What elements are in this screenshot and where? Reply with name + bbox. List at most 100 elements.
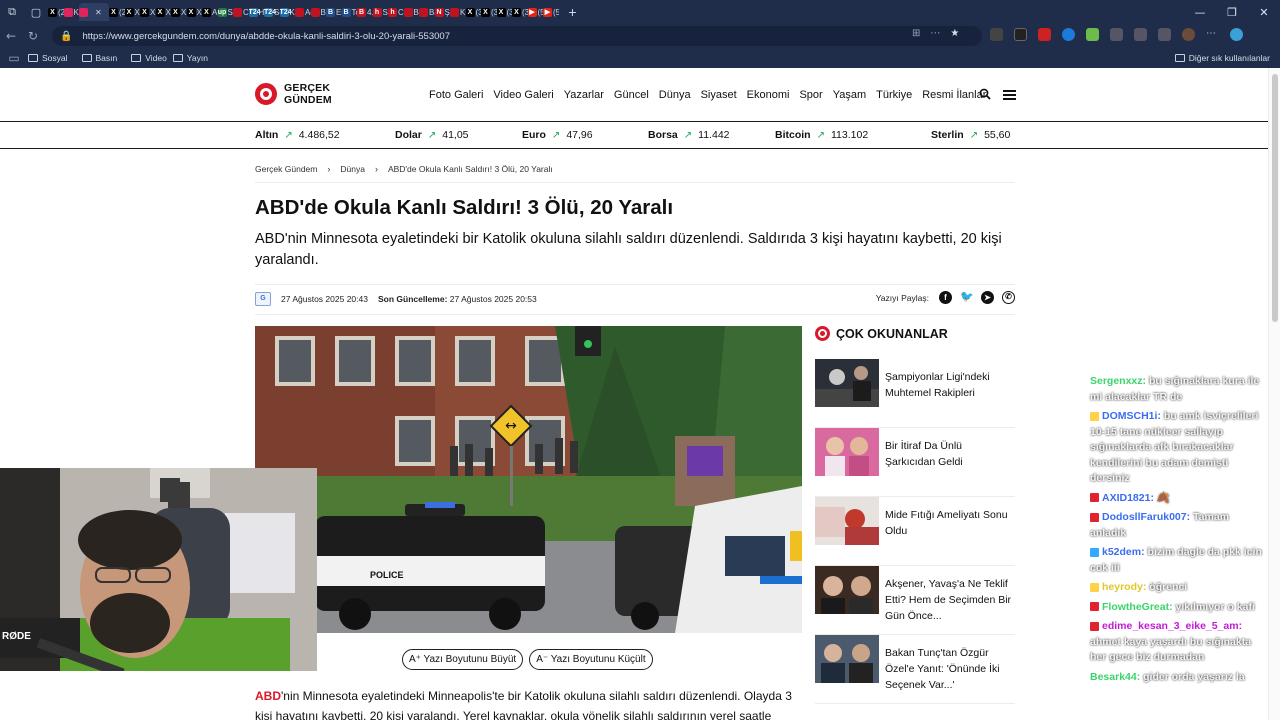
menu-item[interactable]: Video Galeri bbox=[493, 89, 553, 101]
browser-tab[interactable]: X(3) bbox=[481, 3, 497, 21]
browser-tab[interactable]: ▶(5) bbox=[543, 3, 559, 21]
browser-tab[interactable]: T24Se bbox=[264, 3, 280, 21]
most-read-item-title[interactable]: Şampiyonlar Ligi'ndeki Muhtemel Rakipler… bbox=[885, 369, 1015, 401]
extension-icon[interactable] bbox=[1110, 28, 1123, 41]
more-url-icon[interactable]: ⋯ bbox=[930, 28, 940, 39]
telegram-icon[interactable]: ➤ bbox=[981, 291, 994, 304]
menu-item[interactable]: Yazarlar bbox=[564, 89, 604, 101]
extension-icon[interactable] bbox=[1038, 28, 1051, 41]
facebook-icon[interactable]: f bbox=[939, 291, 952, 304]
browser-tab[interactable]: hCH bbox=[388, 3, 404, 21]
menu-item[interactable]: Yaşam bbox=[833, 89, 866, 101]
browser-tab[interactable]: Ac bbox=[295, 3, 311, 21]
browser-tab[interactable]: X(3) bbox=[512, 3, 528, 21]
site-logo[interactable]: GERÇEK GÜNDEM bbox=[255, 82, 332, 106]
browser-tab[interactable]: XX bbox=[155, 3, 172, 21]
browser-tab[interactable]: B4. bbox=[357, 3, 373, 21]
twitter-icon[interactable]: 🐦 bbox=[960, 291, 974, 304]
tab-actions-icon[interactable]: ▢ bbox=[24, 0, 48, 24]
menu-item[interactable]: Siyaset bbox=[701, 89, 737, 101]
browser-tab[interactable]: Ba bbox=[419, 3, 435, 21]
close-tab-icon[interactable]: ✕ bbox=[95, 8, 102, 17]
menu-item[interactable]: Foto Galeri bbox=[429, 89, 483, 101]
ticker-item[interactable]: Euro ↗ 47,96 bbox=[522, 129, 593, 141]
menu-item[interactable]: Türkiye bbox=[876, 89, 912, 101]
browser-tab[interactable]: T24Ha bbox=[248, 3, 264, 21]
url-field[interactable]: 🔒 https://www.gercekgundem.com/dunya/abd… bbox=[52, 26, 982, 46]
extension-icon[interactable] bbox=[1062, 28, 1075, 41]
breadcrumb-category[interactable]: Dünya bbox=[340, 164, 365, 174]
extension-icon[interactable] bbox=[1134, 28, 1147, 41]
ticker-item[interactable]: Sterlin ↗ 55,60 bbox=[931, 129, 1010, 141]
most-read-item-title[interactable]: Akşener, Yavaş'a Ne Teklif Etti? Hem de … bbox=[885, 576, 1015, 624]
back-icon[interactable]: ← bbox=[0, 25, 22, 47]
browser-tab[interactable]: XX bbox=[171, 3, 187, 21]
browser-tab[interactable]: T24Ko bbox=[279, 3, 295, 21]
thumbnail[interactable] bbox=[815, 497, 879, 545]
ticker-item[interactable]: Dolar ↗ 41,05 bbox=[395, 129, 469, 141]
article-photo[interactable]: ↔ POLICE bbox=[255, 326, 802, 633]
thumbnail[interactable] bbox=[815, 359, 879, 407]
favorite-star-icon[interactable]: ★ bbox=[950, 28, 959, 39]
menu-item[interactable]: Ekonomi bbox=[747, 89, 790, 101]
lock-icon[interactable]: 🔒 bbox=[60, 31, 72, 42]
font-increase-button[interactable]: A⁺ Yazı Boyutunu Büyüt bbox=[402, 649, 524, 670]
bookmark-folder[interactable]: Yayın bbox=[172, 53, 208, 63]
extension-icon[interactable] bbox=[1158, 28, 1171, 41]
most-read-item[interactable]: Akşener, Yavaş'a Ne Teklif Etti? Hem de … bbox=[815, 566, 1015, 635]
browser-tab[interactable]: BTo bbox=[341, 3, 357, 21]
thumbnail[interactable] bbox=[815, 566, 879, 614]
browser-tab[interactable]: X(3) bbox=[465, 3, 481, 21]
menu-icon[interactable] bbox=[1003, 90, 1016, 100]
font-decrease-button[interactable]: A⁻ Yazı Boyutunu Küçült bbox=[529, 649, 653, 670]
browser-tab[interactable]: X(2) bbox=[109, 3, 125, 21]
browser-tab[interactable]: Ki bbox=[63, 3, 79, 21]
reader-view-icon[interactable]: ⊞ bbox=[912, 28, 920, 39]
sidebar-toggle-icon[interactable]: ▭ bbox=[0, 47, 28, 69]
breadcrumb-home[interactable]: Gerçek Gündem bbox=[255, 164, 317, 174]
browser-tab[interactable]: NŞi bbox=[434, 3, 450, 21]
browser-tab[interactable]: ✕ bbox=[79, 3, 109, 21]
search-icon[interactable] bbox=[979, 88, 991, 100]
browser-tab[interactable]: X(3) bbox=[496, 3, 512, 21]
bookmark-folder[interactable]: Sosyal bbox=[28, 53, 68, 63]
workspaces-icon[interactable]: ⧉ bbox=[0, 0, 24, 24]
scrollbar-thumb[interactable] bbox=[1272, 74, 1278, 322]
browser-tab[interactable]: hSiy bbox=[372, 3, 388, 21]
ticker-item[interactable]: Bitcoin ↗ 113.102 bbox=[775, 129, 868, 141]
copilot-icon[interactable] bbox=[1230, 28, 1243, 41]
browser-tab[interactable]: Kı bbox=[450, 3, 466, 21]
body-highlight[interactable]: ABD bbox=[255, 689, 281, 703]
menu-item[interactable]: Güncel bbox=[614, 89, 649, 101]
page-scrollbar[interactable] bbox=[1268, 68, 1280, 720]
minimize-icon[interactable]: — bbox=[1184, 0, 1216, 24]
extension-icon[interactable] bbox=[990, 28, 1003, 41]
most-read-item[interactable]: Şampiyonlar Ligi'ndeki Muhtemel Rakipler… bbox=[815, 359, 1015, 428]
most-read-item[interactable]: Mide Fıtığı Ameliyatı Sonu Oldu bbox=[815, 497, 1015, 566]
profile-avatar[interactable] bbox=[1182, 28, 1195, 41]
browser-tab[interactable]: BEk bbox=[326, 3, 342, 21]
new-tab-icon[interactable]: + bbox=[565, 4, 581, 20]
bookmark-folder[interactable]: Video bbox=[131, 53, 167, 63]
browser-tab[interactable]: X(2) bbox=[48, 3, 64, 21]
thumbnail[interactable] bbox=[815, 428, 879, 476]
most-read-item[interactable]: Bakan Tunç'tan Özgür Özel'e Yanıt: 'Önün… bbox=[815, 635, 1015, 704]
ticker-item[interactable]: Borsa ↗ 11.442 bbox=[648, 129, 730, 141]
extension-icon[interactable] bbox=[1086, 28, 1099, 41]
menu-dots-icon[interactable]: ⋯ bbox=[1206, 28, 1219, 41]
other-favorites[interactable]: Diğer sık kullanılanlar bbox=[1174, 53, 1270, 63]
most-read-item[interactable]: Bir İtiraf Da Ünlü Şarkıcıdan Geldi bbox=[815, 428, 1015, 497]
most-read-item-title[interactable]: Bakan Tunç'tan Özgür Özel'e Yanıt: 'Önün… bbox=[885, 645, 1015, 693]
extension-icon[interactable] bbox=[1014, 28, 1027, 41]
ticker-item[interactable]: Altın ↗ 4.486,52 bbox=[255, 129, 340, 141]
menu-item[interactable]: Resmi İlanlar bbox=[922, 89, 986, 101]
browser-tab[interactable]: upSo bbox=[217, 3, 233, 21]
browser-tab[interactable]: CH bbox=[233, 3, 249, 21]
refresh-icon[interactable]: ↻ bbox=[22, 25, 44, 47]
browser-tab[interactable]: XX bbox=[124, 3, 141, 21]
google-news-icon[interactable]: G bbox=[255, 292, 271, 306]
browser-tab[interactable]: Be bbox=[403, 3, 419, 21]
thumbnail[interactable] bbox=[815, 635, 879, 683]
browser-tab[interactable]: XX bbox=[186, 3, 203, 21]
browser-tab[interactable]: Be bbox=[310, 3, 326, 21]
